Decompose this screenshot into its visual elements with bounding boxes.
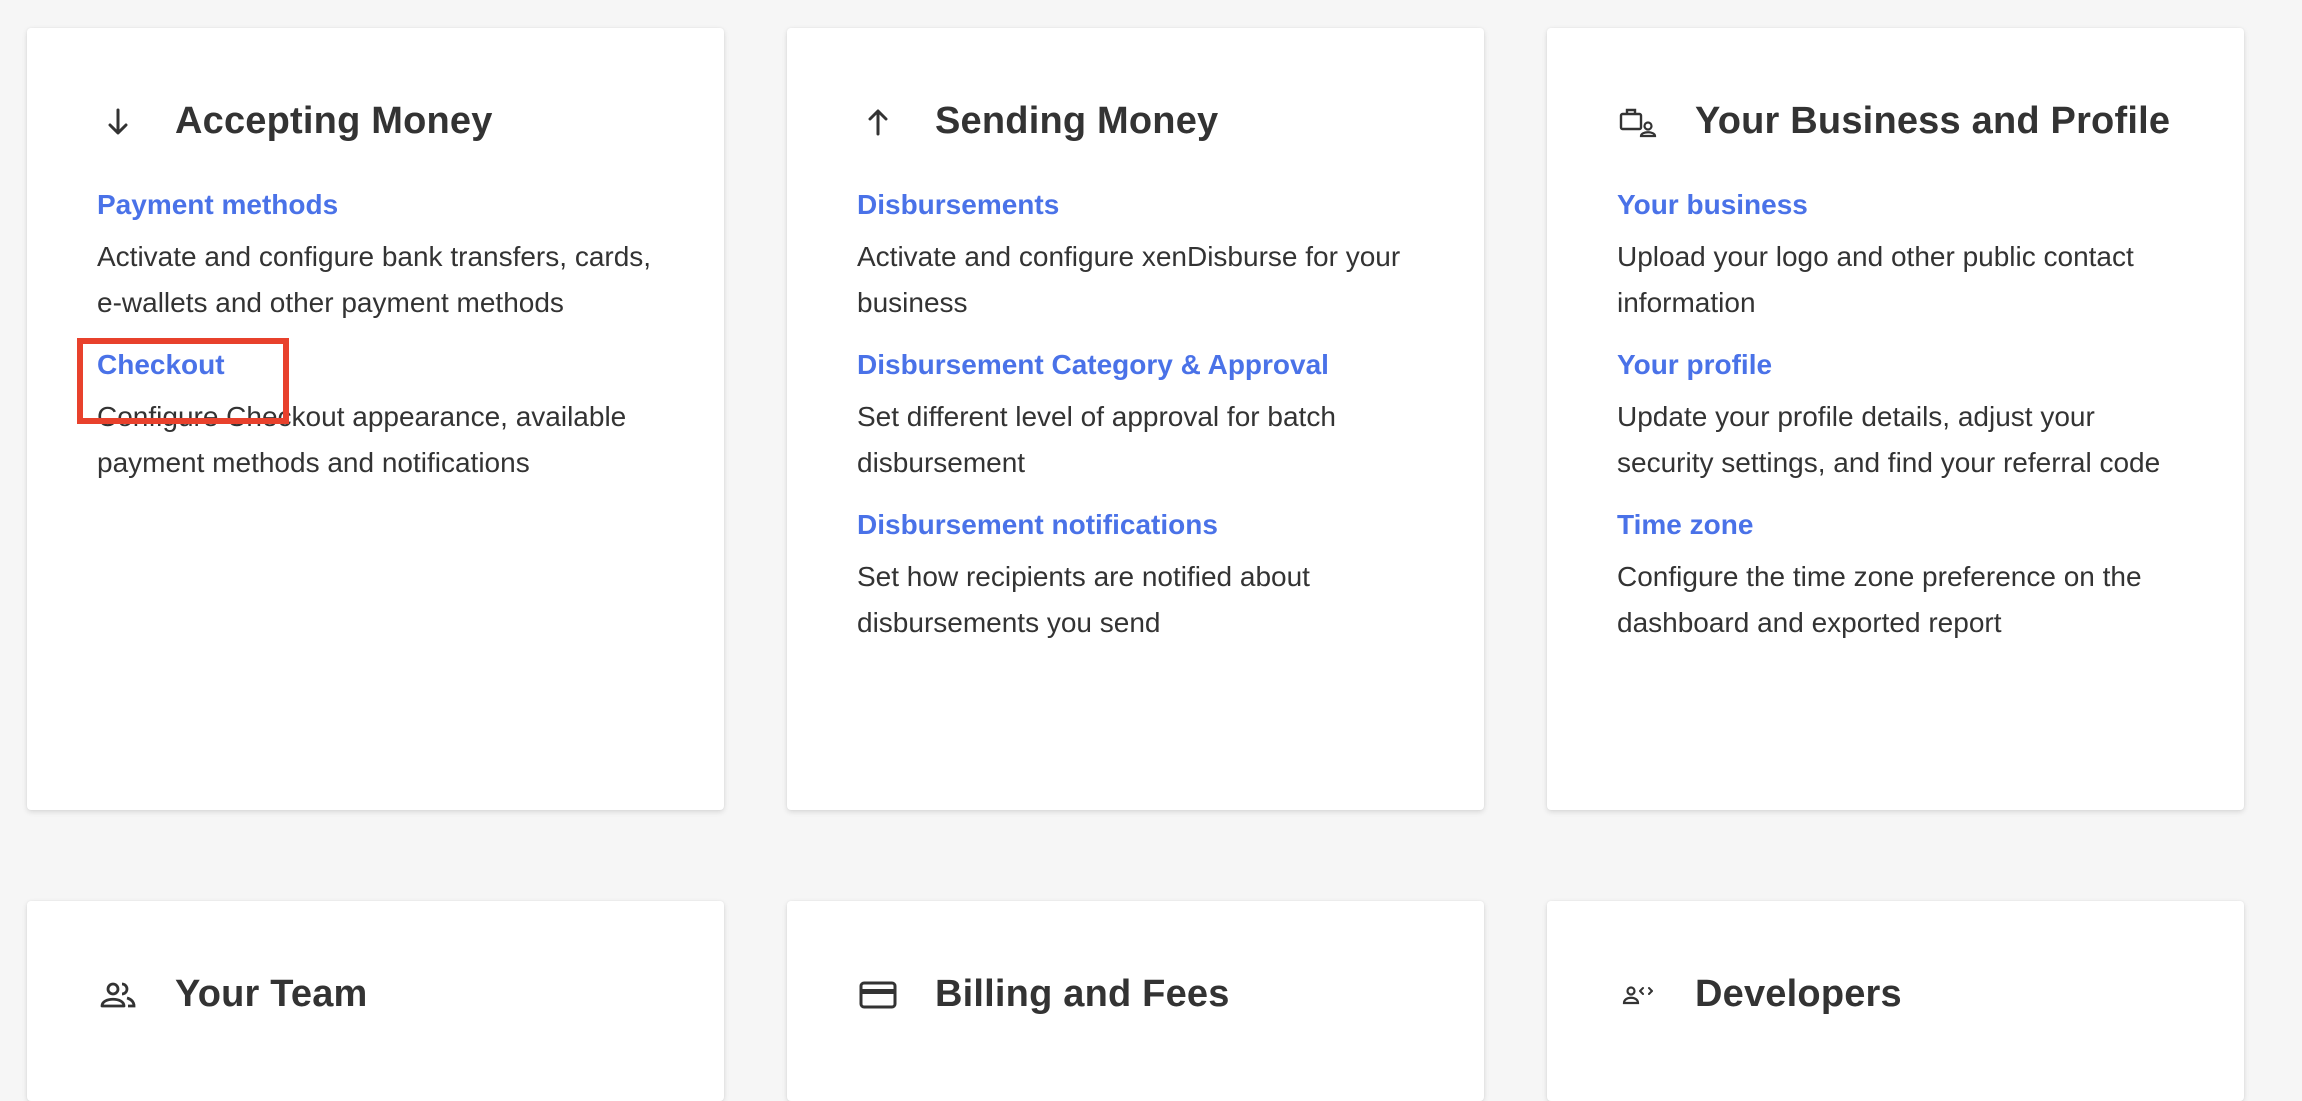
item-description: Configure the time zone preference on th… (1617, 561, 2142, 638)
list-item: Checkout Configure Checkout appearance, … (77, 338, 657, 486)
card-accepting-money: Accepting Money Payment methods Activate… (27, 28, 724, 810)
card-body: Your business Upload your logo and other… (1617, 184, 2177, 664)
card-billing-fees: Billing and Fees (787, 901, 1484, 1101)
disbursement-notifications-link[interactable]: Disbursement notifications (857, 504, 1218, 546)
item-description: Upload your logo and other public contac… (1617, 241, 2134, 318)
item-description: Configure Checkout appearance, available… (97, 401, 627, 478)
item-description: Set how recipients are notified about di… (857, 561, 1310, 638)
card-developers: Developers (1547, 901, 2244, 1101)
card-header: Developers (1617, 973, 1902, 1016)
card-business-profile: Your Business and Profile Your business … (1547, 28, 2244, 810)
card-header: Your Team (97, 973, 368, 1016)
list-item: Payment methods Activate and configure b… (97, 184, 657, 326)
card-title: Accepting Money (175, 100, 493, 142)
your-business-link[interactable]: Your business (1617, 184, 1808, 226)
card-header: Billing and Fees (857, 973, 1230, 1016)
list-item: Disbursement notifications Set how recip… (857, 504, 1417, 646)
card-header: Your Business and Profile (1617, 100, 2170, 143)
team-icon (97, 974, 139, 1016)
card-your-team: Your Team (27, 901, 724, 1101)
time-zone-link[interactable]: Time zone (1617, 504, 1753, 546)
card-title: Sending Money (935, 100, 1219, 142)
list-item: Your business Upload your logo and other… (1617, 184, 2177, 326)
card-title: Your Team (175, 973, 368, 1015)
arrow-up-icon (857, 101, 899, 143)
card-title: Developers (1695, 973, 1902, 1015)
card-body: Disbursements Activate and configure xen… (857, 184, 1417, 664)
developer-icon (1617, 974, 1659, 1016)
checkout-link[interactable]: Checkout (97, 344, 225, 386)
list-item: Your profile Update your profile details… (1617, 344, 2177, 486)
your-profile-link[interactable]: Your profile (1617, 344, 1772, 386)
item-description: Update your profile details, adjust your… (1617, 401, 2161, 478)
credit-card-icon (857, 974, 899, 1016)
card-header: Sending Money (857, 100, 1218, 143)
card-sending-money: Sending Money Disbursements Activate and… (787, 28, 1484, 810)
card-header: Accepting Money (97, 100, 493, 143)
disbursement-category-approval-link[interactable]: Disbursement Category & Approval (857, 344, 1329, 386)
business-profile-icon (1617, 101, 1659, 143)
item-description: Activate and configure xenDisburse for y… (857, 241, 1401, 318)
list-item: Time zone Configure the time zone prefer… (1617, 504, 2177, 646)
list-item: Disbursement Category & Approval Set dif… (857, 344, 1417, 486)
card-title: Your Business and Profile (1695, 100, 2171, 142)
card-body: Payment methods Activate and configure b… (77, 184, 657, 504)
list-item: Disbursements Activate and configure xen… (857, 184, 1417, 326)
card-title: Billing and Fees (935, 973, 1230, 1015)
item-description: Activate and configure bank transfers, c… (97, 241, 652, 318)
item-description: Set different level of approval for batc… (857, 401, 1336, 478)
disbursements-link[interactable]: Disbursements (857, 184, 1059, 226)
arrow-down-icon (97, 101, 139, 143)
payment-methods-link[interactable]: Payment methods (97, 184, 338, 226)
